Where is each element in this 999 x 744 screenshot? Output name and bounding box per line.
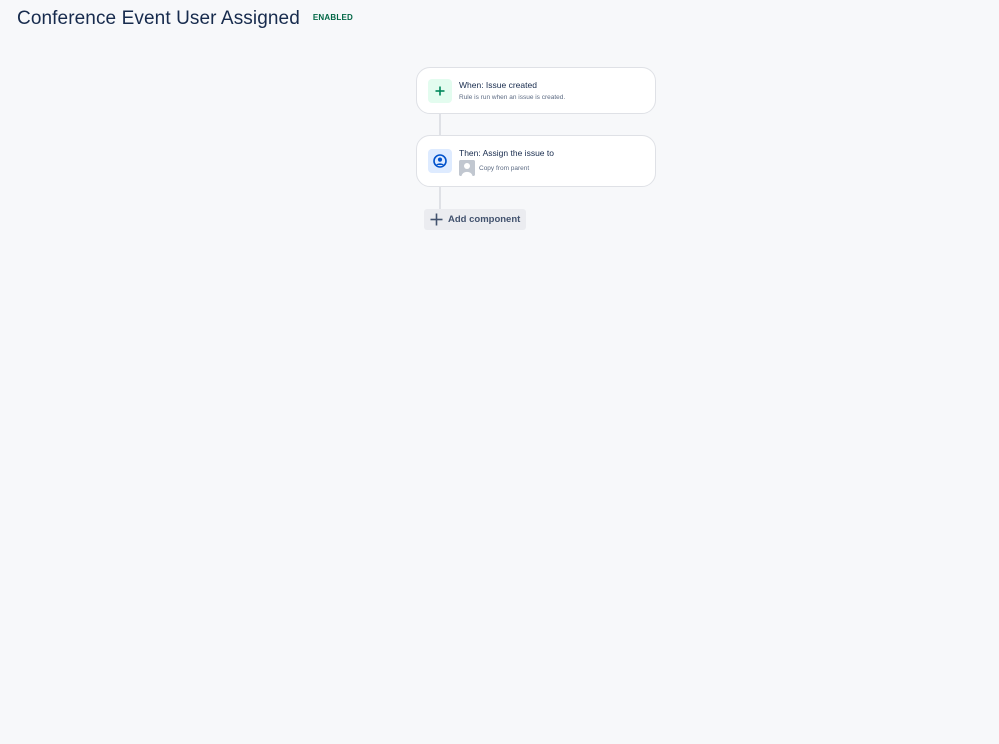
trigger-description: Rule is run when an issue is created. — [459, 94, 566, 101]
plus-icon — [428, 79, 452, 103]
assignee: Copy from parent — [459, 160, 529, 176]
rule-editor: Conference Event User Assigned ENABLED W… — [0, 0, 999, 744]
avatar — [459, 160, 475, 176]
trigger-title: When: Issue created — [459, 80, 537, 90]
connector-line — [439, 186, 441, 209]
rule-title: Conference Event User Assigned — [17, 8, 300, 29]
user-circle-icon — [428, 149, 452, 173]
action-title: Then: Assign the issue to — [459, 148, 554, 158]
status-badge: ENABLED — [312, 13, 353, 22]
connector-line — [439, 113, 441, 136]
add-component-button[interactable]: Add component — [424, 209, 526, 230]
assignee-label: Copy from parent — [479, 164, 530, 172]
rule-header: Conference Event User Assigned ENABLED — [17, 7, 353, 31]
plus-icon — [430, 213, 443, 226]
action-card[interactable]: Then: Assign the issue to Copy from pare… — [416, 135, 656, 187]
add-component-label: Add component — [448, 214, 521, 225]
trigger-card[interactable]: When: Issue created Rule is run when an … — [416, 67, 656, 114]
